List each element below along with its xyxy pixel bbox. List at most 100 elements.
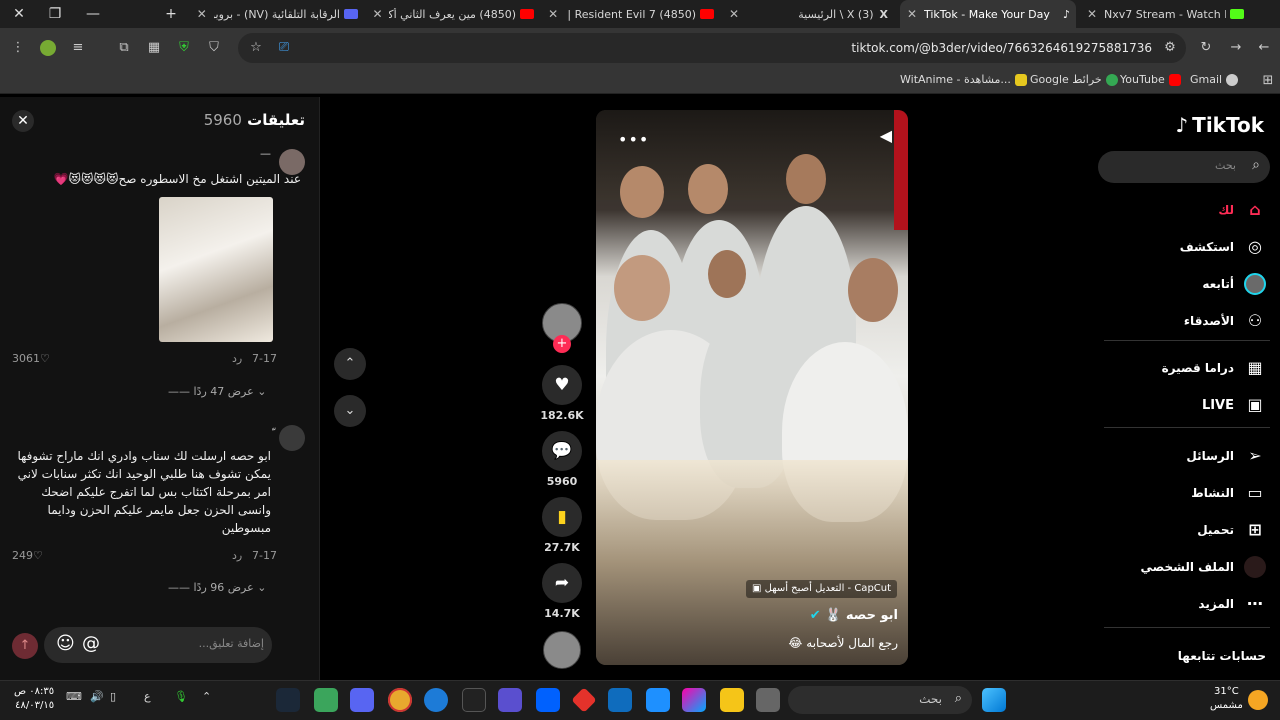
sidebar-item-friends[interactable]: ⚇ الأصدقاء xyxy=(1184,310,1266,332)
close-window-button[interactable]: ✕ xyxy=(0,0,38,28)
bookmark-icon[interactable]: ▮ xyxy=(542,497,582,537)
reload-icon[interactable]: ↻ xyxy=(1198,40,1214,56)
like-comment-button[interactable]: 249♡ xyxy=(12,549,43,562)
shield-outline-icon[interactable]: ⛉ xyxy=(206,40,222,56)
save-button[interactable]: ▮ 27.7K xyxy=(540,497,584,554)
share-button[interactable]: ➦ 14.7K xyxy=(540,563,584,620)
tray-chevron-icon[interactable]: ⌃ xyxy=(202,690,211,703)
tab-4[interactable]: ✕ (3) X \ الرئيسية X xyxy=(722,0,894,28)
tab-1[interactable]: ✕ الرقابة التلقائية (NV) - بروبو xyxy=(190,0,362,28)
weather-widget[interactable]: 31°C مشمس xyxy=(1210,685,1243,713)
file-explorer-icon[interactable] xyxy=(720,688,744,712)
video-more-icon[interactable]: ••• xyxy=(618,130,649,149)
author-avatar-button[interactable]: + xyxy=(540,303,584,355)
tab-6[interactable]: ✕ Nxv7 Stream - Watch Live xyxy=(1080,0,1248,28)
bookmark-youtube[interactable]: YouTube xyxy=(1120,73,1181,86)
back-icon[interactable]: ← xyxy=(1256,40,1272,56)
next-video-button[interactable]: ⌄ xyxy=(334,395,366,427)
url-text[interactable]: tiktok.com/@b3der/video/7663264619275881… xyxy=(851,41,1152,55)
bookmark-star-icon[interactable]: ☆ xyxy=(248,40,264,56)
speaker-icon[interactable]: 🔊 xyxy=(90,690,104,703)
bookmark-witanime[interactable]: WitAnime - مشاهدة... xyxy=(900,73,1027,86)
sidebar-item-following[interactable]: أتابعه xyxy=(1202,273,1266,295)
comment-image[interactable] xyxy=(159,197,273,342)
sidebar-item-upload[interactable]: ⊞ تحميل xyxy=(1197,519,1266,541)
network-icon[interactable]: ⌨ xyxy=(66,690,82,703)
clock[interactable]: ٠٨:٣٥ ص ٤٨/٠٣/١٥ xyxy=(14,685,54,713)
sidebar-item-foryou[interactable]: ⌂ لك xyxy=(1218,199,1266,221)
bookmark-gmail[interactable]: Gmail xyxy=(1190,73,1239,86)
close-icon[interactable]: ✕ xyxy=(548,7,558,21)
epic-games-icon[interactable] xyxy=(462,688,486,712)
sidebar-item-live[interactable]: ▣ LIVE xyxy=(1202,394,1266,416)
comment-button[interactable]: 💬 5960 xyxy=(540,431,584,488)
edge-icon[interactable] xyxy=(424,688,448,712)
bookmark-maps[interactable]: Google خرائط xyxy=(1030,73,1118,86)
sidebar-item-drama[interactable]: ▦ دراما قصيرة xyxy=(1162,357,1266,379)
site-settings-icon[interactable]: ⚙ xyxy=(1162,40,1178,56)
mail-icon[interactable] xyxy=(608,688,632,712)
sound-avatar-button[interactable] xyxy=(540,631,584,669)
new-tab-button[interactable]: + xyxy=(152,0,190,28)
like-comment-button[interactable]: 3061♡ xyxy=(12,352,50,365)
previous-video-button[interactable]: ⌃ xyxy=(334,348,366,380)
close-icon[interactable]: ✕ xyxy=(906,7,918,21)
music-disc-icon[interactable] xyxy=(543,631,581,669)
extensions-icon[interactable]: ⧉ xyxy=(116,40,132,56)
sidebar-item-activity[interactable]: ▭ النشاط xyxy=(1191,482,1266,504)
profile-icon[interactable] xyxy=(40,40,56,56)
microphone-icon[interactable]: 🎙 xyxy=(174,690,188,703)
mention-icon[interactable]: @ xyxy=(82,633,100,654)
restore-window-button[interactable]: ❐ xyxy=(36,0,74,28)
store-icon[interactable] xyxy=(646,688,670,712)
close-icon[interactable]: ✕ xyxy=(196,7,208,21)
reply-button[interactable]: رد xyxy=(232,549,242,562)
dropbox-icon[interactable] xyxy=(536,688,560,712)
sidebar-item-messages[interactable]: ➢ الرسائل xyxy=(1186,445,1266,467)
steam-icon[interactable] xyxy=(276,688,300,712)
app-icon[interactable] xyxy=(314,688,338,712)
search-input[interactable]: بحث ⌕ xyxy=(1098,151,1270,183)
comment-bubble-icon[interactable]: 💬 xyxy=(542,431,582,471)
apps-grid-icon[interactable]: ⊞ xyxy=(1260,73,1276,89)
tab-2[interactable]: ✕ (4850) مين يعرف الثاني أكثر xyxy=(366,0,538,28)
cast-icon[interactable]: ⎚ xyxy=(276,40,292,56)
shield-icon[interactable]: ⛨ xyxy=(176,40,192,56)
view-replies-button[interactable]: ⌄ عرض 47 ردًا —— xyxy=(168,385,266,398)
sidebar-item-more[interactable]: ⋯ المزيد xyxy=(1198,593,1266,615)
video-player[interactable]: ••• ◀ CapCut - التعديل أصبح أسهل ▣ ابو ح… xyxy=(596,110,908,665)
extension-icon[interactable]: ▦ xyxy=(146,40,162,56)
share-arrow-icon[interactable]: ➦ xyxy=(542,563,582,603)
tab-search-icon[interactable]: ≡ xyxy=(70,40,86,56)
post-comment-button[interactable]: ↑ xyxy=(12,633,38,659)
comment-author[interactable]: — xyxy=(260,147,271,160)
menu-icon[interactable]: ⋮ xyxy=(10,40,26,56)
copilot-icon[interactable] xyxy=(682,688,706,712)
search-icon[interactable]: ⌕ xyxy=(1252,157,1260,173)
minimize-window-button[interactable]: — xyxy=(74,0,112,28)
discord-icon[interactable] xyxy=(350,688,374,712)
sidebar-item-profile[interactable]: الملف الشخصي xyxy=(1141,556,1266,578)
app-icon[interactable] xyxy=(498,688,522,712)
close-comments-button[interactable]: ✕ xyxy=(12,110,34,132)
close-icon[interactable]: ✕ xyxy=(372,7,383,21)
reply-button[interactable]: رد xyxy=(232,352,242,365)
close-icon[interactable]: ✕ xyxy=(1086,7,1098,21)
tab-5-active[interactable]: ✕ TikTok - Make Your Day ♪ xyxy=(900,0,1076,28)
battery-icon[interactable]: ▯ xyxy=(110,690,116,703)
tiktok-logo[interactable]: ♪ TikTok xyxy=(1175,113,1264,137)
video-author[interactable]: ابو حصه 🐰 ✔ xyxy=(810,608,898,623)
comment-input[interactable]: إضافة تعليق... ☺ @ xyxy=(44,627,272,663)
close-icon[interactable]: ✕ xyxy=(728,7,740,21)
sidebar-item-explore[interactable]: ◎ استكشف xyxy=(1180,236,1266,258)
capcut-badge[interactable]: CapCut - التعديل أصبح أسهل ▣ xyxy=(746,580,898,598)
avatar[interactable] xyxy=(279,425,305,451)
follow-plus-icon[interactable]: + xyxy=(553,335,571,353)
forward-icon[interactable]: → xyxy=(1228,40,1244,56)
like-button[interactable]: ♥ 182.6K xyxy=(540,365,584,422)
chrome-icon[interactable] xyxy=(388,688,412,712)
emoji-icon[interactable]: ☺ xyxy=(56,633,75,654)
language-indicator[interactable]: ع xyxy=(144,690,151,703)
windows-start-icon[interactable] xyxy=(982,688,1006,712)
app-icon[interactable] xyxy=(756,688,780,712)
